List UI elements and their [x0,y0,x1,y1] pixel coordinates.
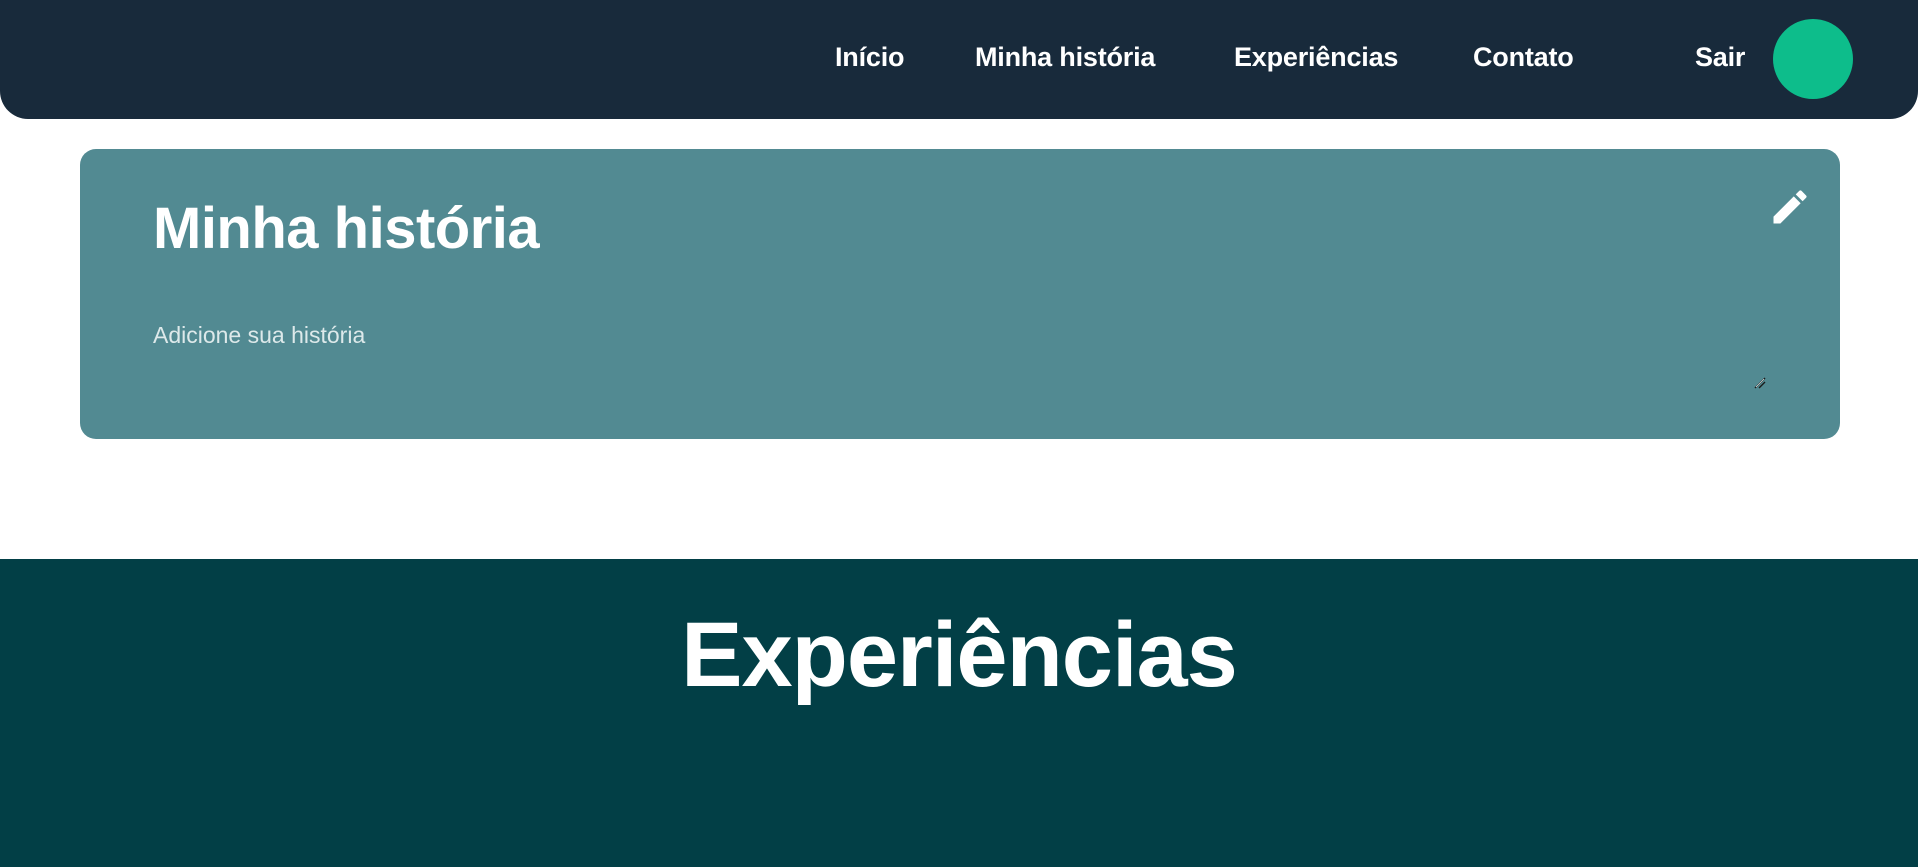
logout-link[interactable]: Sair [1695,42,1745,73]
nav-link-minha-historia[interactable]: Minha história [975,42,1155,73]
resize-grip-icon[interactable] [1753,376,1767,390]
nav-link-contato[interactable]: Contato [1473,42,1574,73]
story-card: Minha história [80,149,1856,439]
avatar[interactable] [1773,19,1853,99]
story-textarea[interactable] [150,319,1856,415]
experiences-title: Experiências [681,604,1238,706]
nav-link-experiencias[interactable]: Experiências [1234,42,1398,73]
nav-link-inicio[interactable]: Início [835,42,905,73]
edit-story-button[interactable] [1768,185,1812,229]
story-title: Minha história [153,196,540,261]
pencil-icon [1773,190,1807,224]
top-navbar: Início Minha história Experiências Conta… [0,0,1918,119]
experiences-section: Experiências [0,559,1918,867]
